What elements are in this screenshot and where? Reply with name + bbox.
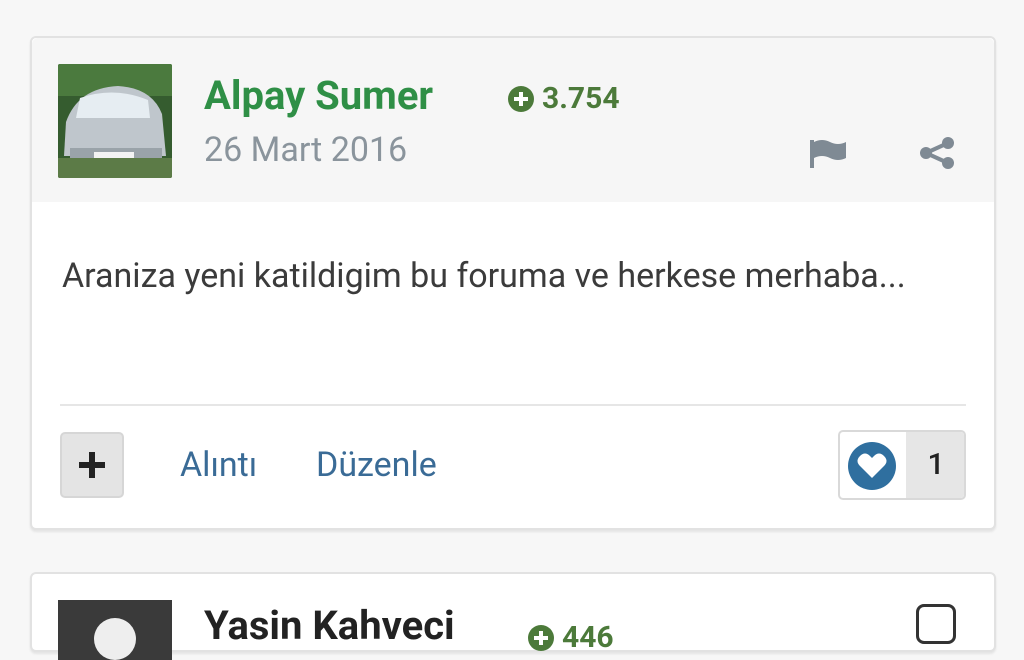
next-post-author[interactable]: Yasin Kahveci [204,602,455,650]
share-icon [920,137,954,169]
post-date: 26 Mart 2016 [204,130,408,170]
avatar-car-image [58,64,172,178]
next-post-reputation: 446 [528,620,614,655]
next-post-card: Yasin Kahveci 446 [30,572,996,660]
edit-link[interactable]: Düzenle [316,442,437,488]
quote-link[interactable]: Alıntı [180,442,257,488]
heart-icon [846,440,898,492]
post-divider [60,404,966,406]
like-button[interactable]: 1 [838,430,966,500]
reputation-plus-icon [508,86,534,112]
reputation-badge: 3.754 [508,82,620,116]
next-post-avatar[interactable] [58,600,172,660]
post-content: Araniza yeni katildigim bu foruma ve her… [62,256,906,296]
reputation-value: 3.754 [542,81,620,116]
share-button[interactable] [918,136,958,170]
reputation-plus-icon [528,624,554,651]
author-name[interactable]: Alpay Sumer [204,72,433,120]
post-header: Alpay Sumer 3.754 26 Mart 2016 [32,38,994,202]
report-button[interactable] [808,136,848,170]
next-post-reputation-value: 446 [562,620,614,655]
post-card: Alpay Sumer 3.754 26 Mart 2016 Araniza y… [30,36,996,530]
more-actions-button[interactable] [60,432,124,498]
select-checkbox[interactable] [916,604,956,644]
avatar[interactable] [58,64,172,178]
like-count: 1 [906,432,964,498]
flag-icon [810,140,846,168]
